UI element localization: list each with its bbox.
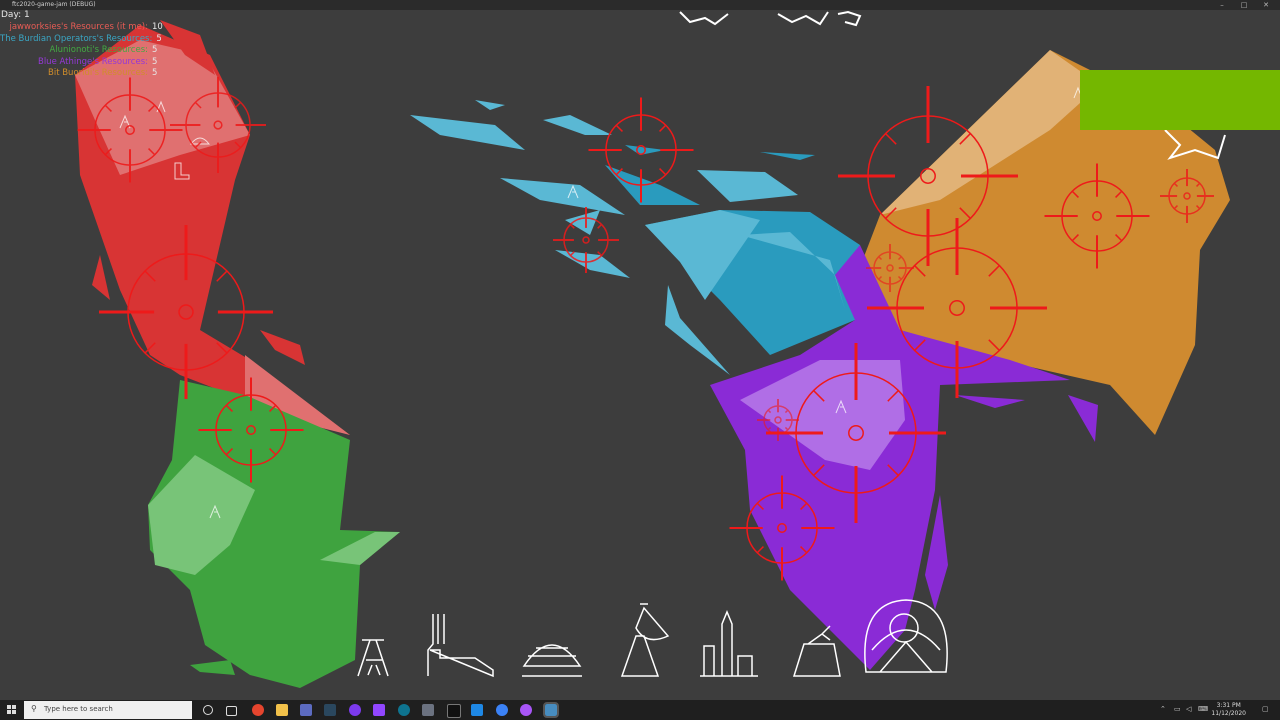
resources-panel: jawworksies's Resources (it me): 10 The B…: [0, 22, 163, 80]
language-icon[interactable]: ⌨: [1198, 705, 1208, 713]
notifications-icon[interactable]: ▢: [1262, 705, 1269, 713]
tray-chevron-icon[interactable]: ⌃: [1160, 705, 1166, 713]
volume-icon[interactable]: ◁: [1186, 705, 1191, 713]
dome-icon[interactable]: [522, 644, 582, 677]
taskbar-search[interactable]: ⚲ Type here to search: [24, 701, 192, 719]
app-icon[interactable]: [496, 704, 508, 716]
chrome-icon[interactable]: [252, 704, 264, 716]
resource-value: 5: [156, 33, 162, 44]
resource-row: Alunionoti's Resources: 5: [0, 45, 162, 57]
task-view-icon[interactable]: [226, 706, 237, 716]
rocket-silo-icon[interactable]: [700, 610, 758, 677]
resource-label: jawworksies's Resources (it me):: [9, 22, 148, 32]
steam-icon[interactable]: [324, 704, 336, 716]
clock-date: 11/12/2020: [1211, 710, 1246, 717]
resource-label: Blue Athinge's Resources:: [37, 56, 148, 67]
resource-value: 5: [152, 68, 158, 78]
resource-value: 5: [152, 56, 158, 67]
obs-icon[interactable]: [349, 704, 361, 716]
resource-label: Alunionoti's Resources:: [49, 45, 148, 55]
resource-row: Bit Buoridi's Resources: 5: [0, 68, 162, 80]
satellite-dish-icon[interactable]: [620, 603, 670, 677]
minimize-button[interactable]: –: [1212, 0, 1232, 10]
oil-derrick-icon[interactable]: [357, 639, 389, 677]
network-icon[interactable]: ▭: [1174, 705, 1181, 713]
territory-red[interactable]: [75, 20, 350, 435]
resource-row: The Burdian Operators's Resources: 5: [0, 34, 162, 46]
app-icon[interactable]: [398, 704, 410, 716]
resource-label: The Burdian Operators's Resources:: [0, 33, 153, 44]
close-button[interactable]: ✕: [1256, 0, 1276, 10]
clock-time: 3:31 PM: [1216, 702, 1241, 709]
overlay-box: [1080, 70, 1280, 130]
discord-icon[interactable]: [300, 704, 312, 716]
maximize-button[interactable]: □: [1234, 0, 1254, 10]
windows-taskbar: ⚲ Type here to search ⌃ ▭ ◁ ⌨ 3:31 PM 11…: [0, 700, 1280, 720]
search-icon: ⚲: [31, 704, 37, 713]
cannon-icon[interactable]: [792, 625, 841, 677]
app-icon[interactable]: [422, 704, 434, 716]
territory-green[interactable]: [148, 380, 400, 688]
vscode-icon[interactable]: [471, 704, 483, 716]
resource-value: 10: [152, 22, 163, 32]
window-titlebar[interactable]: ftc2020-game-jam (DEBUG) – □ ✕: [0, 0, 1280, 10]
resource-label: Bit Buoridi's Resources:: [48, 68, 148, 78]
app-icon[interactable]: [520, 704, 532, 716]
resource-row: Blue Athinge's Resources: 5: [0, 57, 162, 69]
cortana-icon[interactable]: [203, 705, 213, 715]
search-placeholder: Type here to search: [44, 705, 113, 713]
day-counter: Day: 1: [1, 10, 30, 20]
territory-blue[interactable]: [410, 100, 860, 375]
twitch-icon[interactable]: [373, 704, 385, 716]
resource-value: 5: [152, 45, 158, 55]
taskbar-clock[interactable]: 3:31 PM 11/12/2020: [1211, 702, 1246, 718]
factory-icon[interactable]: [427, 614, 494, 678]
terminal-icon[interactable]: [447, 704, 461, 718]
start-button[interactable]: [7, 705, 17, 715]
resource-row: jawworksies's Resources (it me): 10: [0, 22, 162, 34]
file-explorer-icon[interactable]: [276, 704, 288, 716]
godot-icon[interactable]: [543, 702, 559, 718]
window-title: ftc2020-game-jam (DEBUG): [12, 1, 96, 8]
